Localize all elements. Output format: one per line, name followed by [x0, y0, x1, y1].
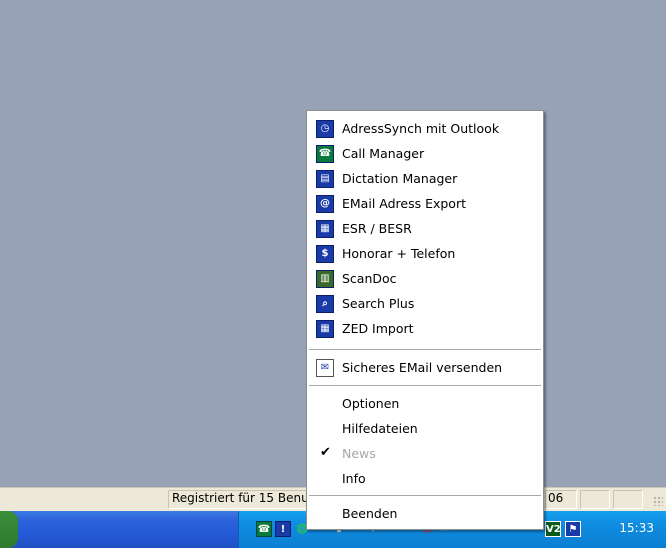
menu-separator — [309, 495, 541, 496]
menu-item-search-plus[interactable]: ⌕ Search Plus — [307, 291, 543, 316]
checkmark-icon: ✔ — [320, 445, 331, 460]
menu-item-news[interactable]: ✔ News — [307, 441, 543, 466]
menu-item-secure-email[interactable]: ✉ Sicheres EMail versenden — [307, 355, 543, 380]
menu-item-label: AdressSynch mit Outlook — [342, 121, 500, 136]
menu-item-honorar-telefon[interactable]: $ Honorar + Telefon — [307, 241, 543, 266]
email-export-icon: @ — [316, 195, 334, 213]
menu-item-label: Info — [342, 471, 366, 486]
call-manager-icon[interactable]: ☎ — [256, 521, 272, 537]
scan-icon: ▥ — [316, 270, 334, 288]
phone-icon: ☎ — [316, 145, 334, 163]
dictation-icon: ▤ — [316, 170, 334, 188]
menu-item-zed-import[interactable]: ▦ ZED Import — [307, 316, 543, 341]
menu-item-label: EMail Adress Export — [342, 196, 466, 211]
menu-item-help-files[interactable]: Hilfedateien — [307, 416, 543, 441]
menu-item-esr-besr[interactable]: ▦ ESR / BESR — [307, 216, 543, 241]
menu-item-label: News — [342, 446, 376, 461]
registration-status: Registriert für 15 Benutzer — [172, 491, 310, 505]
menu-item-label: Hilfedateien — [342, 421, 418, 436]
status-cell — [613, 490, 643, 509]
menu-item-label: Optionen — [342, 396, 400, 411]
menu-item-label: Dictation Manager — [342, 171, 458, 186]
tray-context-menu: ◷ AdressSynch mit Outlook ☎ Call Manager… — [306, 110, 544, 530]
menu-separator — [309, 349, 541, 350]
menu-item-info[interactable]: Info — [307, 466, 543, 491]
card-icon: ▦ — [316, 220, 334, 238]
menu-item-label: ESR / BESR — [342, 221, 412, 236]
menu-item-label: Call Manager — [342, 146, 425, 161]
menu-item-scandoc[interactable]: ▥ ScanDoc — [307, 266, 543, 291]
menu-item-options[interactable]: Optionen — [307, 391, 543, 416]
flag-icon[interactable]: ⚑ — [565, 521, 581, 537]
money-phone-icon: $ — [316, 245, 334, 263]
menu-item-adresssynch[interactable]: ◷ AdressSynch mit Outlook — [307, 116, 543, 141]
menu-item-exit[interactable]: Beenden — [307, 501, 543, 526]
clock-sync-icon: ◷ — [316, 120, 334, 138]
menu-item-call-manager[interactable]: ☎ Call Manager — [307, 141, 543, 166]
v2-icon[interactable]: V2 — [545, 521, 561, 537]
status-right-text: 06 — [548, 491, 564, 505]
menu-item-label: Beenden — [342, 506, 398, 521]
menu-item-email-export[interactable]: @ EMail Adress Export — [307, 191, 543, 216]
menu-item-label: ScanDoc — [342, 271, 397, 286]
menu-separator — [309, 385, 541, 386]
menu-item-label: Sicheres EMail versenden — [342, 360, 503, 375]
menu-item-label: ZED Import — [342, 321, 414, 336]
search-icon: ⌕ — [316, 295, 334, 313]
menu-item-label: Honorar + Telefon — [342, 246, 456, 261]
status-cell — [580, 490, 610, 509]
import-icon: ▦ — [316, 320, 334, 338]
secure-mail-icon: ✉ — [316, 359, 334, 377]
resize-grip[interactable] — [653, 496, 663, 506]
warning-icon[interactable]: ! — [275, 521, 291, 537]
start-button[interactable] — [0, 511, 18, 548]
menu-item-dictation-manager[interactable]: ▤ Dictation Manager — [307, 166, 543, 191]
clock[interactable]: 15:33 — [619, 521, 654, 535]
menu-item-label: Search Plus — [342, 296, 415, 311]
